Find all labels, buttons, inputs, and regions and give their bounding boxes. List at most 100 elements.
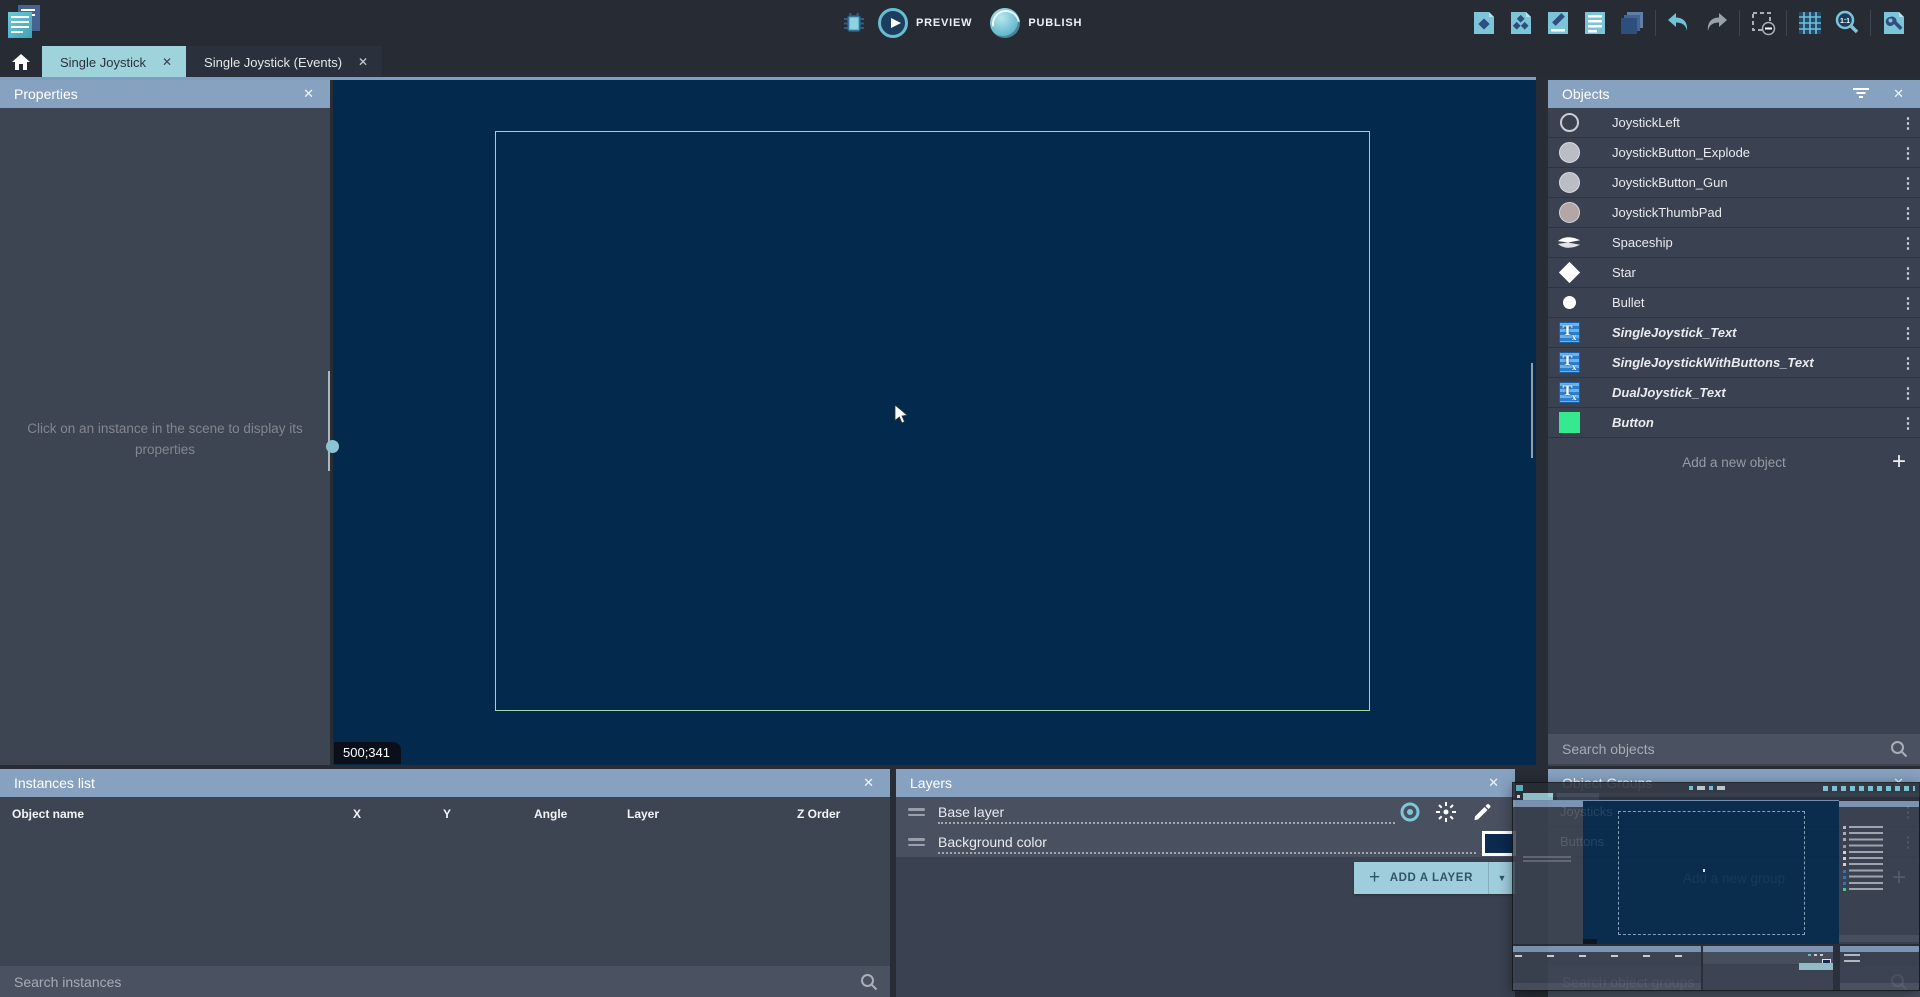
drag-handle-icon[interactable] [908, 835, 925, 849]
clear-selection-button[interactable] [1749, 9, 1777, 37]
mini-scene-canvas [1583, 801, 1839, 944]
object-menu-icon[interactable]: ⋮ [1896, 324, 1920, 342]
object-row[interactable]: JoystickButton_Gun ⋮ [1548, 168, 1920, 198]
object-row[interactable]: JoystickThumbPad ⋮ [1548, 198, 1920, 228]
home-icon [11, 53, 31, 71]
mini-project-icon [1516, 785, 1523, 791]
object-row[interactable]: JoystickButton_Explode ⋮ [1548, 138, 1920, 168]
preview-label: PREVIEW [916, 17, 972, 29]
scene-window-border [495, 131, 1370, 711]
circle-icon [1556, 172, 1582, 193]
mini-object-groups-panel [1840, 946, 1919, 990]
zoom-original-button[interactable]: 1:1 [1833, 9, 1861, 37]
object-menu-icon[interactable]: ⋮ [1896, 234, 1920, 252]
object-menu-icon[interactable]: ⋮ [1896, 144, 1920, 162]
undo-button[interactable] [1665, 9, 1693, 37]
object-menu-icon[interactable]: ⋮ [1896, 204, 1920, 222]
object-menu-icon[interactable]: ⋮ [1896, 174, 1920, 192]
green-square-icon [1556, 412, 1582, 433]
drag-handle-icon[interactable] [908, 805, 925, 819]
close-icon[interactable]: ✕ [1486, 775, 1501, 791]
instances-search-input[interactable] [12, 973, 860, 991]
toolbar-divider [1655, 10, 1656, 36]
object-menu-icon[interactable]: ⋮ [1896, 114, 1920, 132]
instances-list-panel: Instances list ✕ Object name X Y Angle L… [0, 769, 890, 997]
project-manager-button[interactable] [8, 5, 42, 39]
mini-hint-text [1523, 856, 1571, 864]
preview-play-icon [878, 8, 908, 38]
object-menu-icon[interactable]: ⋮ [1896, 414, 1920, 432]
properties-panel-button[interactable] [1544, 9, 1572, 37]
close-icon[interactable]: ✕ [861, 775, 876, 791]
mini-panel-header [1513, 801, 1583, 807]
tab-close-icon[interactable]: ✕ [356, 54, 370, 70]
preview-button[interactable]: PREVIEW [878, 8, 972, 38]
object-menu-icon[interactable]: ⋮ [1896, 384, 1920, 402]
panel-resize-gutter[interactable] [328, 371, 330, 471]
object-menu-icon[interactable]: ⋮ [1896, 264, 1920, 282]
mini-layer-icons [1808, 954, 1811, 957]
add-layer-button[interactable]: + ADD A LAYER ▼ [1354, 862, 1515, 894]
mini-panel-header [1840, 946, 1919, 952]
mini-properties-panel [1513, 801, 1583, 944]
close-icon[interactable]: ✕ [1891, 86, 1906, 102]
layer-visibility-button[interactable] [1396, 798, 1424, 826]
add-object-row[interactable]: Add a new object + [1548, 438, 1920, 486]
layer-row-base[interactable]: Base layer [896, 797, 1515, 827]
scene-canvas[interactable]: 500;341 [333, 80, 1536, 765]
filter-icon[interactable] [1853, 88, 1869, 100]
layers-icon [1619, 10, 1645, 36]
instances-list-button[interactable] [1581, 9, 1609, 37]
object-menu-icon[interactable]: ⋮ [1896, 294, 1920, 312]
publish-button[interactable]: PUBLISH [990, 8, 1082, 38]
mini-search-bar [1840, 983, 1919, 990]
object-label: DualJoystick_Text [1612, 385, 1896, 400]
object-label: JoystickThumbPad [1612, 205, 1896, 220]
add-object-button[interactable] [1470, 9, 1498, 37]
object-menu-icon[interactable]: ⋮ [1896, 354, 1920, 372]
thumbpad-circle-icon [1556, 202, 1582, 223]
tab-home[interactable] [0, 46, 42, 78]
layer-row-background[interactable]: Background color [896, 827, 1515, 857]
object-row[interactable]: Tx DualJoystick_Text ⋮ [1548, 378, 1920, 408]
mouse-cursor [894, 404, 909, 425]
object-row[interactable]: JoystickLeft ⋮ [1548, 108, 1920, 138]
layer-name-underline [938, 852, 1476, 854]
close-icon[interactable]: ✕ [301, 86, 316, 102]
plus-icon[interactable]: + [1892, 448, 1906, 476]
spaceship-icon [1556, 234, 1582, 251]
toolbar-divider [1786, 10, 1787, 36]
tab-close-icon[interactable]: ✕ [160, 54, 174, 70]
background-color-swatch[interactable] [1482, 831, 1516, 856]
object-row[interactable]: Bullet ⋮ [1548, 288, 1920, 318]
toggle-grid-button[interactable] [1796, 9, 1824, 37]
layers-panel-button[interactable] [1618, 9, 1646, 37]
redo-button[interactable] [1702, 9, 1730, 37]
project-manager-icon-front [8, 12, 32, 38]
tab-scene[interactable]: Single Joystick ✕ [42, 46, 186, 78]
tab-scene-events[interactable]: Single Joystick (Events) ✕ [186, 46, 382, 78]
object-groups-button[interactable] [1507, 9, 1535, 37]
instances-list-icon [1582, 10, 1608, 36]
object-row[interactable]: Spaceship ⋮ [1548, 228, 1920, 258]
object-row[interactable]: Tx SingleJoystickWithButtons_Text ⋮ [1548, 348, 1920, 378]
debug-button[interactable] [840, 9, 868, 37]
object-row[interactable]: Tx SingleJoystick_Text ⋮ [1548, 318, 1920, 348]
object-row[interactable]: Button ⋮ [1548, 408, 1920, 438]
object-row[interactable]: Star ⋮ [1548, 258, 1920, 288]
scene-settings-button[interactable] [1880, 9, 1908, 37]
object-label: Button [1612, 415, 1896, 430]
main-toolbar: PREVIEW PUBLISH [0, 0, 1920, 46]
object-label: SingleJoystick_Text [1612, 325, 1896, 340]
preview-publish-cluster: PREVIEW PUBLISH [840, 0, 1082, 46]
objects-search-input[interactable] [1560, 740, 1890, 758]
panel-resize-gutter[interactable] [1531, 363, 1533, 458]
panel-resize-handle[interactable] [326, 440, 339, 453]
mini-layers-panel [1703, 946, 1833, 990]
mini-cursor [1703, 869, 1705, 872]
add-layer-dropdown[interactable]: ▼ [1488, 862, 1515, 894]
layers-panel-title: Layers [910, 775, 1486, 791]
layer-edit-button[interactable] [1468, 798, 1496, 826]
layer-effects-button[interactable] [1432, 798, 1460, 826]
object-label: Spaceship [1612, 235, 1896, 250]
